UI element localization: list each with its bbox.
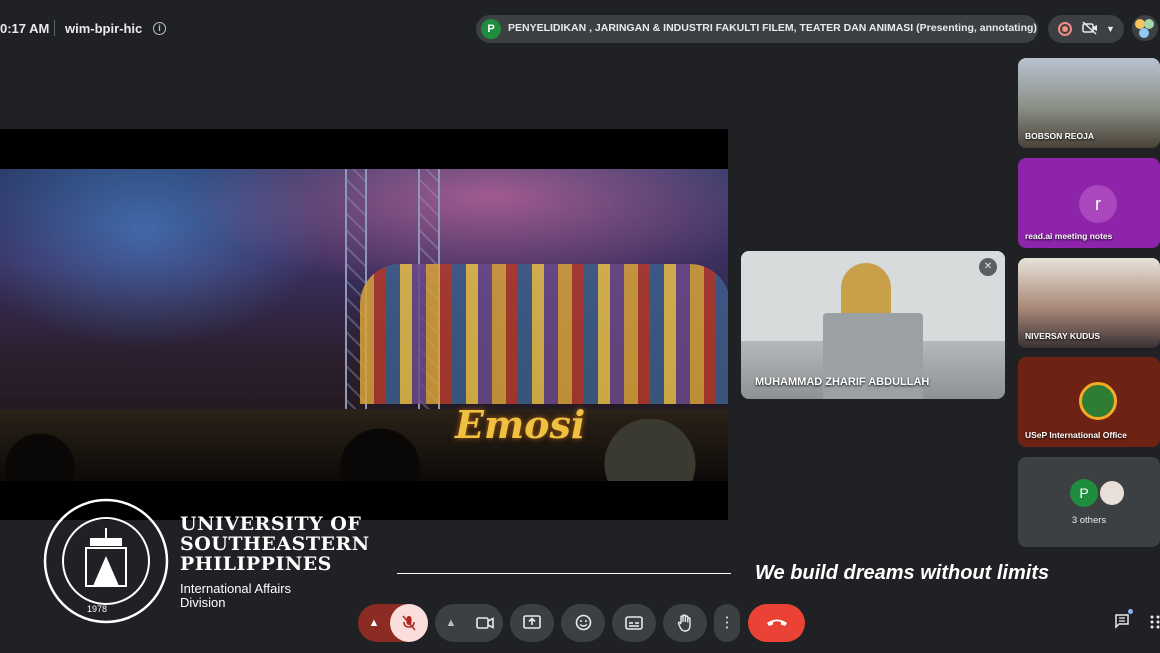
top-bar: 0:17 AM wim-bpir-hic i P PENYELIDIKAN , …: [0, 0, 1160, 56]
speaker-name: MUHAMMAD ZHARIF ABDULLAH: [755, 376, 930, 388]
shared-screen: Emosi: [0, 129, 728, 520]
speaker-tile[interactable]: ✕ MUHAMMAD ZHARIF ABDULLAH: [741, 251, 1005, 399]
camera-control[interactable]: ▲: [435, 604, 503, 642]
chevron-up-icon[interactable]: ▲: [435, 604, 467, 642]
university-name-line: SOUTHEASTERN: [180, 533, 370, 555]
raise-hand-button[interactable]: [663, 604, 707, 642]
participants-icon[interactable]: [1132, 15, 1158, 41]
emoji-icon: [561, 604, 605, 642]
participant-tile[interactable]: BOBSON REOJA: [1018, 58, 1160, 148]
microphone-control[interactable]: ▲: [358, 604, 428, 642]
university-seal: 1978: [43, 498, 169, 624]
seal-year: 1978: [87, 604, 108, 614]
participant-name: read.ai meeting notes: [1025, 231, 1113, 241]
captions-icon: [612, 604, 656, 642]
division-line: International Affairs: [180, 581, 292, 596]
division-name: International Affairs Division: [180, 582, 291, 610]
notification-dot: [1128, 609, 1133, 614]
avatar: P: [1070, 479, 1098, 507]
meeting-code: wim-bpir-hic: [65, 21, 143, 36]
record-icon: [1058, 22, 1072, 36]
more-options-button[interactable]: ⋮: [714, 604, 740, 642]
presenter-avatar: P: [481, 19, 501, 39]
end-call-icon: [748, 604, 805, 642]
others-count: 3 others: [1071, 515, 1107, 526]
division-line: Division: [180, 595, 226, 610]
meeting-time: 0:17 AM: [0, 21, 50, 36]
recording-chip[interactable]: ▼: [1048, 15, 1124, 43]
university-name-line: UNIVERSITY OF: [180, 513, 362, 535]
org-logo: [1079, 382, 1117, 420]
participant-name: USeP International Office: [1025, 430, 1127, 440]
participant-tile[interactable]: r read.ai meeting notes: [1018, 158, 1160, 248]
concert-video: Emosi: [0, 169, 728, 481]
presenting-chip[interactable]: P PENYELIDIKAN , JARINGAN & INDUSTRI FAK…: [476, 15, 1038, 43]
apps-icon[interactable]: [1150, 614, 1160, 630]
info-icon[interactable]: i: [153, 22, 166, 35]
mic-off-icon[interactable]: [390, 604, 428, 642]
captions-button[interactable]: [612, 604, 656, 642]
avatar: [1098, 479, 1126, 507]
emoji-button[interactable]: [561, 604, 605, 642]
present-screen-icon: [510, 604, 554, 642]
divider-line: [397, 573, 731, 574]
raise-hand-icon: [663, 604, 707, 642]
presenting-label: PENYELIDIKAN , JARINGAN & INDUSTRI FAKUL…: [508, 22, 1037, 34]
stage-sign: Emosi: [455, 402, 586, 447]
chevron-down-icon: ▼: [1106, 24, 1115, 34]
participant-name: NIVERSAY KUDUS: [1025, 331, 1101, 341]
present-screen-button[interactable]: [510, 604, 554, 642]
participant-tile[interactable]: USeP International Office: [1018, 357, 1160, 447]
participant-name: BOBSON REOJA: [1025, 131, 1094, 141]
more-vert-icon: ⋮: [719, 614, 735, 631]
university-name: UNIVERSITY OF SOUTHEASTERN PHILIPPINES: [180, 514, 370, 574]
mic-off-icon: ✕: [979, 258, 997, 276]
end-call-button[interactable]: [748, 604, 805, 642]
videocam-icon[interactable]: [467, 604, 503, 642]
divider: [54, 20, 55, 36]
chat-icon[interactable]: [1114, 613, 1132, 631]
university-name-line: PHILIPPINES: [180, 553, 332, 575]
camera-off-icon: [1082, 21, 1100, 37]
chevron-up-icon[interactable]: ▲: [358, 604, 390, 642]
avatar: r: [1079, 185, 1117, 223]
others-tile[interactable]: P 3 others: [1018, 457, 1160, 547]
participant-tile[interactable]: NIVERSAY KUDUS: [1018, 258, 1160, 348]
tagline: We build dreams without limits: [755, 562, 1050, 584]
